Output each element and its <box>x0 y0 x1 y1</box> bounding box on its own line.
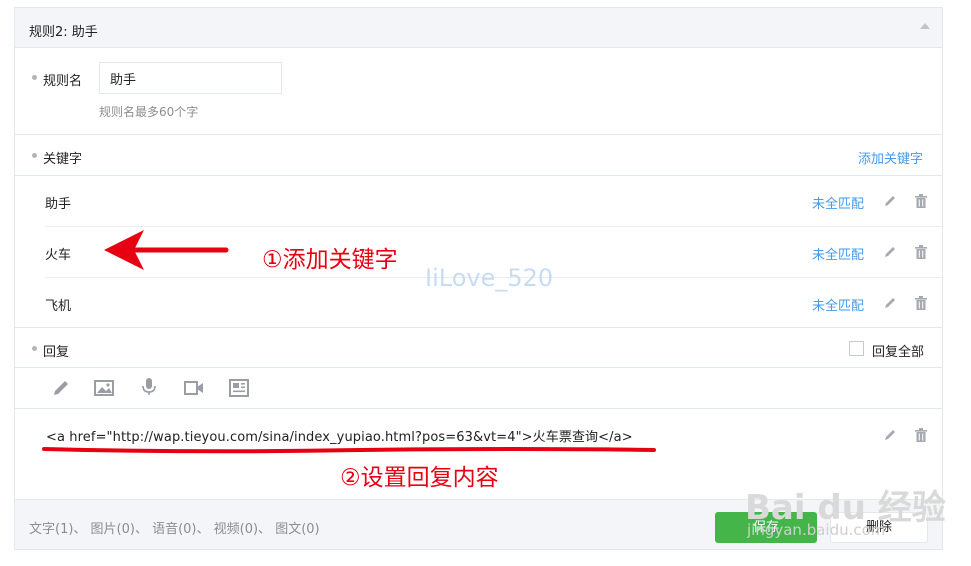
panel-header[interactable]: 规则2: 助手 <box>15 8 942 48</box>
reply-all-label: 回复全部 <box>872 345 925 360</box>
video-icon[interactable] <box>184 379 204 397</box>
keyword-text: 助手 <box>45 197 72 212</box>
trash-icon[interactable] <box>915 428 927 442</box>
keyword-row: 助手 未全匹配 <box>15 176 942 226</box>
bullet-dot <box>32 75 37 80</box>
image-icon[interactable] <box>94 379 114 397</box>
baidu-url-watermark: jingyan.baidu.com <box>747 521 886 539</box>
add-keyword-link[interactable]: 添加关键字 <box>858 148 923 167</box>
collapse-up-icon[interactable] <box>920 23 930 29</box>
rule-name-hint: 规则名最多60个字 <box>99 105 199 119</box>
divider <box>15 367 942 368</box>
divider <box>15 327 942 328</box>
author-watermark: IiLove_520 <box>425 264 554 292</box>
annotation-step2: ②设置回复内容 <box>340 465 499 491</box>
rule-name-label: 规则名 <box>43 74 83 89</box>
bullet-dot <box>32 153 37 158</box>
pencil-icon[interactable] <box>883 428 897 442</box>
bullet-dot <box>32 346 37 351</box>
divider <box>15 134 942 135</box>
red-underline-annotation <box>42 447 656 454</box>
keywords-label: 关键字 <box>43 152 83 167</box>
match-mode-link[interactable]: 未全匹配 <box>812 295 864 314</box>
keyword-text: 火车 <box>45 248 72 263</box>
panel-title: 规则2: 助手 <box>29 25 98 40</box>
trash-icon[interactable] <box>915 296 927 310</box>
microphone-icon[interactable] <box>139 378 159 396</box>
reply-counts: 文字(1)、 图片(0)、 语音(0)、 视频(0)、 图文(0) <box>29 522 320 537</box>
pencil-icon[interactable] <box>51 379 71 397</box>
reply-all-checkbox[interactable] <box>849 341 864 356</box>
red-arrow-annotation <box>104 230 229 270</box>
pencil-icon[interactable] <box>883 194 897 208</box>
trash-icon[interactable] <box>915 194 927 208</box>
divider <box>15 408 942 409</box>
reply-label: 回复 <box>43 345 70 360</box>
pencil-icon[interactable] <box>883 296 897 310</box>
rule-name-input[interactable] <box>99 62 282 94</box>
pencil-icon[interactable] <box>883 245 897 259</box>
match-mode-link[interactable]: 未全匹配 <box>812 244 864 263</box>
annotation-step1: ①添加关键字 <box>262 247 398 273</box>
keyword-text: 飞机 <box>45 299 72 314</box>
news-icon[interactable] <box>229 379 249 397</box>
trash-icon[interactable] <box>915 245 927 259</box>
match-mode-link[interactable]: 未全匹配 <box>812 193 864 212</box>
